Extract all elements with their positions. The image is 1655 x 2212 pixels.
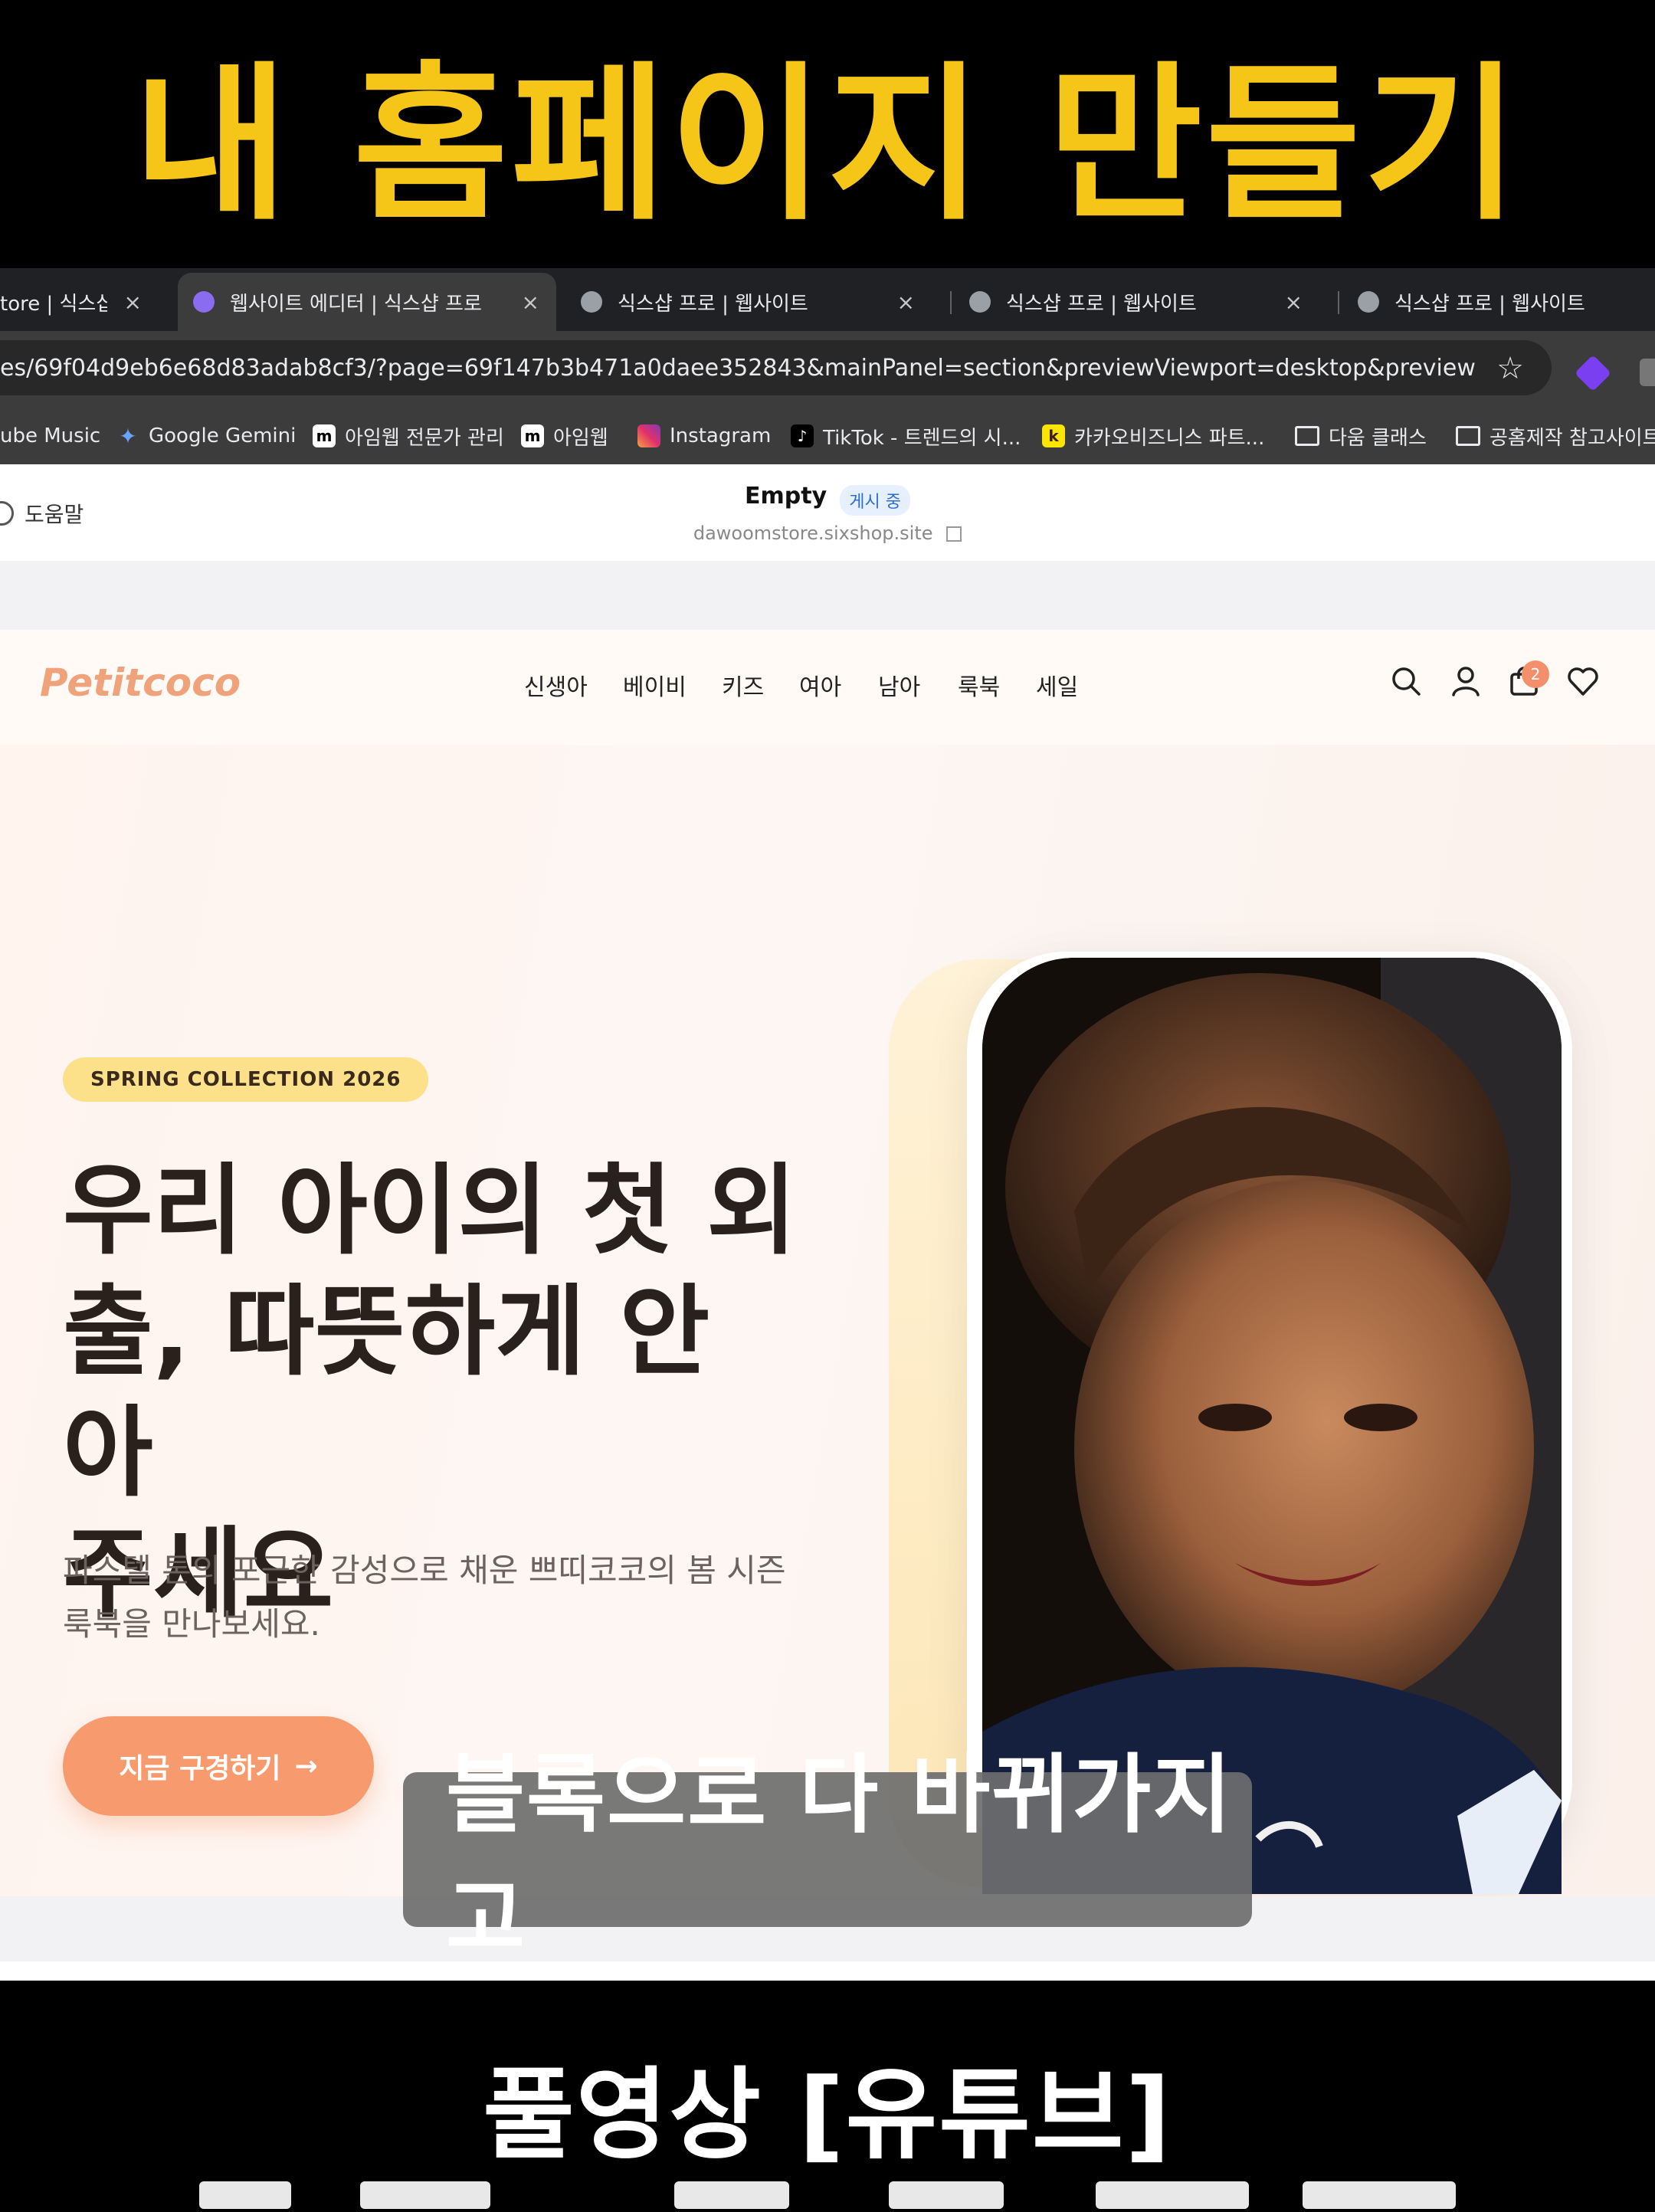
tab-label: 식스샵 프로 | 웹사이트 — [1394, 292, 1585, 316]
tab-label: 식스샵 프로 | 웹사이트 — [1006, 292, 1197, 316]
bookmark-item[interactable]: m 아임웹 전문가 관리 — [313, 408, 504, 464]
bookmark-label: Instagram — [670, 424, 772, 447]
bottom-banner: 풀영상 [유튜브] — [0, 1981, 1655, 2209]
globe-icon — [1358, 291, 1379, 313]
bookmark-label: 아임웹 — [553, 426, 608, 450]
description-line: 룩북을 만나보세요. — [63, 1605, 320, 1643]
arrow-right-icon: → — [294, 1750, 318, 1782]
extension-icon[interactable] — [1640, 359, 1655, 386]
close-icon[interactable]: × — [124, 290, 142, 315]
tab-label: tore | 식스샵 프 — [0, 292, 107, 316]
nav-item-baby[interactable]: 베이비 — [623, 668, 687, 702]
bookmark-star-icon[interactable]: ☆ — [1496, 351, 1524, 386]
bookmark-folder[interactable]: 공홈제작 참고사이트 — [1456, 408, 1655, 464]
browser-tab-active[interactable]: 웹사이트 에디터 | 식스샵 프로 × — [178, 273, 556, 331]
bookmark-item[interactable]: ✦ Google Gemini — [116, 408, 296, 464]
nav-item-boys[interactable]: 남아 — [878, 668, 920, 702]
folder-icon — [1456, 426, 1480, 446]
url-field[interactable]: es/69f04d9eb6e68d83adab8cf3/?page=69f147… — [0, 340, 1552, 395]
cta-label: 지금 구경하기 — [119, 1753, 281, 1784]
headline-line: 출, 따뜻하게 안아 — [63, 1275, 710, 1510]
address-bar: es/69f04d9eb6e68d83adab8cf3/?page=69f147… — [0, 331, 1655, 408]
bottom-banner-title: 풀영상 [유튜브] — [483, 2056, 1172, 2173]
nav-item-sale[interactable]: 세일 — [1036, 668, 1078, 702]
tab-label: 식스샵 프로 | 웹사이트 — [618, 292, 808, 316]
top-banner: 내 홈페이지 만들기 — [0, 0, 1655, 268]
bookmark-label: TikTok - 트렌드의 시... — [823, 426, 1021, 450]
status-badge: 게시 중 — [840, 484, 910, 516]
browser-tab-bar: tore | 식스샵 프 × 웹사이트 에디터 | 식스샵 프로 × 식스샵 프… — [0, 268, 1655, 331]
nav-item-newborn[interactable]: 신생아 — [524, 668, 588, 702]
imweb-icon: m — [313, 424, 336, 447]
close-icon[interactable]: × — [522, 290, 539, 315]
video-subtitle: 블록으로 다 바뀌가지고 — [403, 1745, 1252, 1969]
site-url: dawoomstore.sixshop.site — [693, 523, 933, 544]
globe-icon — [969, 291, 991, 313]
bookmark-item[interactable]: Instagram — [637, 408, 771, 464]
bookmark-label: ube Music — [0, 424, 101, 447]
site-header: Petitcoco 신생아 베이비 키즈 여아 남아 룩북 세일 — [0, 630, 1655, 745]
nav-item-girls[interactable]: 여아 — [799, 668, 841, 702]
cart-count-badge: 2 — [1522, 660, 1549, 688]
editor-canvas-background — [0, 561, 1655, 630]
nav-item-kids[interactable]: 키즈 — [722, 668, 764, 702]
banner-title: 내 홈페이지 만들기 — [133, 47, 1522, 243]
browser-tab[interactable]: 식스샵 프로 | 웹사이트 × — [581, 273, 930, 331]
kakao-icon: k — [1042, 424, 1065, 447]
url-text: es/69f04d9eb6e68d83adab8cf3/?page=69f147… — [0, 354, 1475, 382]
bookmark-label: Google Gemini — [149, 424, 297, 447]
globe-icon — [581, 291, 602, 313]
bookmark-label: 아임웹 전문가 관리 — [345, 426, 504, 450]
site-url-link[interactable]: dawoomstore.sixshop.site — [0, 523, 1655, 544]
tab-label: 웹사이트 에디터 | 식스샵 프로 — [230, 292, 482, 316]
bookmark-label: 공홈제작 참고사이트 — [1490, 426, 1655, 450]
subtitle-text: 블록으로 다 바뀌가지고 — [446, 1745, 1234, 1969]
description-line: 파스텔 톤의 포근한 감성으로 채운 쁘띠코코의 봄 시즌 — [63, 1552, 786, 1589]
bookmark-item[interactable]: m 아임웹 — [521, 408, 608, 464]
imweb-icon: m — [521, 424, 544, 447]
close-icon[interactable]: × — [1285, 290, 1303, 315]
site-title: Empty — [745, 483, 828, 510]
hero-section: SPRING COLLECTION 2026 우리 아이의 첫 외 출, 따뜻하… — [0, 745, 1655, 1896]
instagram-icon — [637, 424, 660, 447]
editor-header: 도움말 Empty 게시 중 dawoomstore.sixshop.site — [0, 464, 1655, 562]
bookmark-item[interactable]: k 카카오비즈니스 파트... — [1042, 408, 1264, 464]
sixshop-icon — [193, 291, 215, 313]
user-icon[interactable] — [1450, 665, 1482, 697]
browser-tab[interactable]: tore | 식스샵 프 × — [0, 273, 157, 331]
bookmark-item[interactable]: ♪ TikTok - 트렌드의 시... — [791, 408, 1021, 464]
bookmark-label: 카카오비즈니스 파트... — [1074, 426, 1265, 450]
tab-separator — [1338, 291, 1339, 314]
browser-tab[interactable]: 식스샵 프로 | 웹사이트 × — [969, 273, 1318, 331]
folder-icon — [1295, 426, 1319, 446]
bookmark-folder[interactable]: 다움 클래스 — [1295, 408, 1427, 464]
site-title-row: Empty 게시 중 — [0, 483, 1655, 516]
headline-line: 우리 아이의 첫 외 — [63, 1154, 798, 1268]
collection-tag: SPRING COLLECTION 2026 — [63, 1057, 429, 1102]
shop-now-button[interactable]: 지금 구경하기 → — [63, 1716, 374, 1816]
heart-icon[interactable] — [1566, 665, 1600, 697]
tiktok-icon: ♪ — [791, 424, 814, 447]
bookmarks-bar: ube Music ✦ Google Gemini m 아임웹 전문가 관리 m… — [0, 408, 1655, 466]
browser-tab[interactable]: 식스샵 프로 | 웹사이트 — [1358, 273, 1655, 331]
close-icon[interactable]: × — [897, 290, 915, 315]
tab-separator — [950, 291, 952, 314]
cropped-caption — [0, 2181, 1655, 2212]
nav-item-lookbook[interactable]: 룩북 — [958, 668, 1000, 702]
external-link-icon — [946, 526, 962, 542]
search-icon[interactable] — [1390, 665, 1422, 697]
bookmark-item[interactable]: ube Music — [0, 408, 100, 464]
gemini-icon: ✦ — [119, 423, 137, 449]
hero-description[interactable]: 파스텔 톤의 포근한 감성으로 채운 쁘띠코코의 봄 시즌 룩북을 만나보세요. — [63, 1544, 798, 1651]
site-logo[interactable]: Petitcoco — [40, 660, 241, 705]
bookmark-label: 다움 클래스 — [1329, 426, 1427, 450]
